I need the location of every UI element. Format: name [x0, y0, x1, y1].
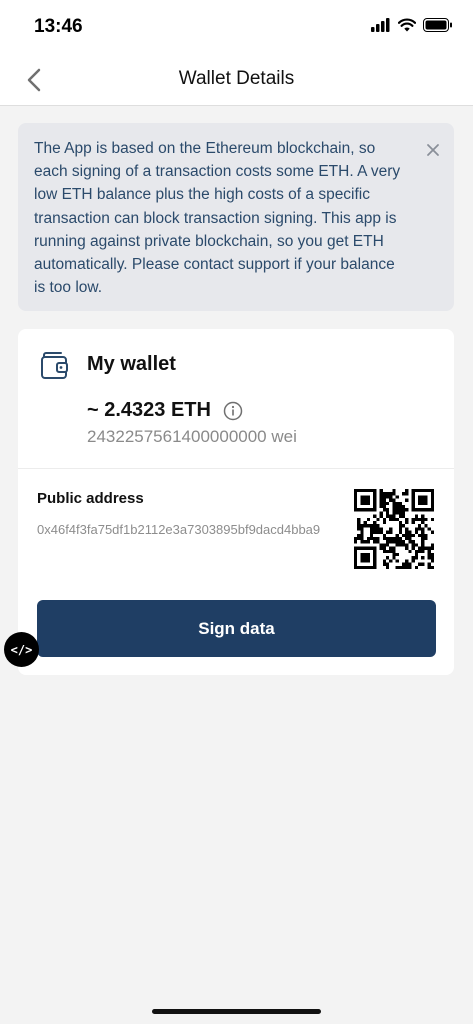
status-bar: 13:46	[0, 0, 473, 56]
balance-eth-row: ~ 2.4323 ETH	[87, 399, 243, 422]
balance-eth: ~ 2.4323 ETH	[87, 399, 211, 421]
public-address-value[interactable]: 0x46f4f3fa75df1b2112e3a7303895bf9dacd4bb…	[37, 520, 322, 539]
wallet-name: My wallet	[87, 353, 176, 375]
banner-close-button[interactable]	[424, 141, 442, 159]
battery-icon	[423, 18, 452, 32]
balance-wei: 2432257561400000000 wei	[87, 427, 297, 446]
home-indicator	[152, 1009, 321, 1014]
page-title: Wallet Details	[178, 68, 295, 89]
navigation-bar: Wallet Details	[0, 56, 473, 106]
wifi-icon	[398, 18, 416, 32]
banner-text: The App is based on the Ethereum blockch…	[34, 140, 401, 297]
status-icons	[371, 18, 453, 32]
developer-tools-button[interactable]: </>	[4, 632, 39, 667]
wallet-card: My wallet ~ 2.4323 ETH 24322575614000000…	[18, 329, 454, 675]
divider	[18, 468, 454, 469]
cellular-signal-icon	[371, 18, 390, 32]
info-icon[interactable]	[223, 401, 243, 421]
eth-info-banner: The App is based on the Ethereum blockch…	[18, 123, 454, 311]
qr-code-icon[interactable]	[354, 489, 434, 569]
status-time: 13:46	[34, 16, 83, 37]
wallet-icon	[40, 351, 70, 381]
sign-data-button[interactable]: Sign data	[37, 600, 436, 657]
close-icon	[427, 144, 439, 156]
public-address-label: Public address	[37, 490, 144, 507]
